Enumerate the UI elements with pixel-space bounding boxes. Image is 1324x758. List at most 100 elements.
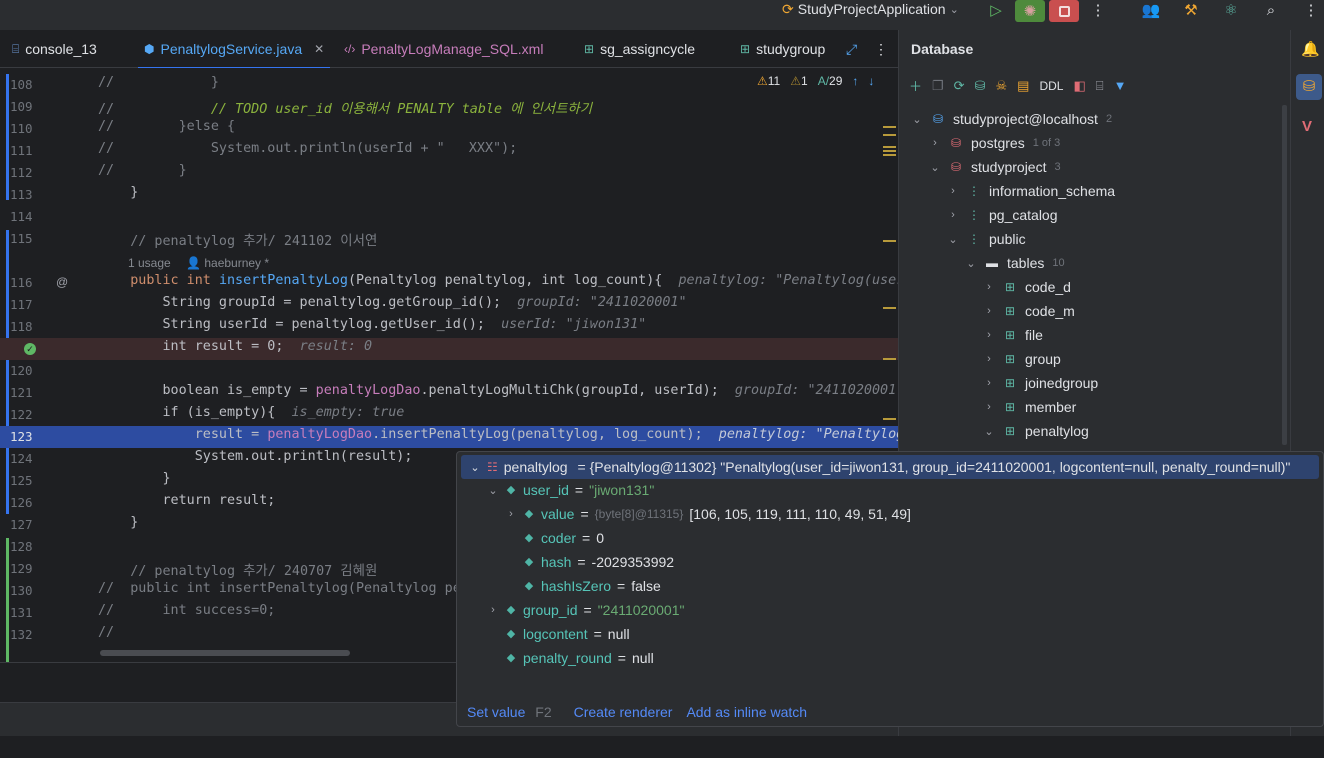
vertical-scrollbar[interactable] xyxy=(1282,105,1287,445)
notifications-icon[interactable]: 🔔 xyxy=(1301,40,1320,58)
copy-icon[interactable]: ❐ xyxy=(932,78,944,94)
set-value-link[interactable]: Set value xyxy=(467,704,525,720)
usages-link[interactable]: 1 usage xyxy=(128,256,171,270)
tree-row-coder[interactable]: ◆ coder = 0 xyxy=(523,527,604,549)
line-number: 115 xyxy=(10,231,33,246)
warning-marker[interactable] xyxy=(883,146,896,148)
tree-row-logcontent[interactable]: ◆ logcontent = null xyxy=(505,623,630,645)
close-icon[interactable]: ✕ xyxy=(314,42,324,56)
tree-node-public[interactable]: ⌄ ⋮ public xyxy=(947,227,1025,251)
expand-icon[interactable]: ⤢ xyxy=(846,30,857,68)
var-value: -2029353992 xyxy=(591,554,675,570)
code-comment: // penaltylog 추가/ 240707 김혜원 xyxy=(98,564,378,579)
tree-node-table[interactable]: › ⊞ group xyxy=(983,347,1061,371)
tree-node-table[interactable]: › ⊞ joinedgroup xyxy=(983,371,1098,395)
node-label: penaltylog xyxy=(1025,423,1089,439)
line-number: 118 xyxy=(10,319,33,334)
tree-node-datasource[interactable]: ⌄ ⛁ studyproject@localhost 2 xyxy=(911,107,1112,131)
node-label: group xyxy=(1025,351,1061,367)
code-text: // } xyxy=(98,75,219,90)
line-number: 132 xyxy=(10,627,33,642)
menu-icon[interactable]: ⋮ xyxy=(1304,0,1319,20)
code-line: 122 if (is_empty){ is_empty: true xyxy=(0,404,898,426)
more-icon[interactable]: ⋮ xyxy=(1091,0,1106,20)
code-text: } xyxy=(98,185,139,200)
search-icon[interactable]: ⌕ xyxy=(1262,0,1280,20)
vue-icon[interactable]: V xyxy=(1302,118,1312,135)
code-text: return result; xyxy=(98,493,276,508)
compare-icon[interactable]: ◧ xyxy=(1073,78,1085,94)
field-tag-icon: ◆ xyxy=(524,580,534,592)
tab-studygroup[interactable]: ⊞ studygroup xyxy=(740,30,825,68)
chevron-right-icon: › xyxy=(509,508,513,520)
line-number: 122 xyxy=(10,407,33,422)
schema-icon[interactable]: ⛁ xyxy=(975,78,986,94)
warning-marker[interactable] xyxy=(883,240,896,242)
code-text: // public int insertPenaltylog(Penaltylo… xyxy=(98,581,469,596)
add-icon[interactable]: ＋ xyxy=(909,76,922,95)
tab-label: PenaltylogService.java xyxy=(160,41,303,57)
tree-node-postgres[interactable]: › ⛁ postgres 1 of 3 xyxy=(929,131,1060,155)
table-edit-icon[interactable]: ▤ xyxy=(1017,78,1029,94)
console-icon[interactable]: ⌸ xyxy=(1096,78,1104,94)
tree-node-table[interactable]: › ⊞ code_d xyxy=(983,275,1071,299)
tree-row-hash[interactable]: ◆ hash = -2029353992 xyxy=(523,551,674,573)
warning-marker[interactable] xyxy=(883,134,896,136)
tab-penaltylogmanage-sql[interactable]: ‹/› PenaltyLogManage_SQL.xml xyxy=(344,30,543,68)
tree-row-hashiszero[interactable]: ◆ hashIsZero = false xyxy=(523,575,661,597)
horizontal-scrollbar[interactable] xyxy=(100,650,350,656)
override-at-icon[interactable]: @ xyxy=(56,275,68,289)
database-tool-icon[interactable]: ⛁ xyxy=(1296,74,1322,100)
tree-node-table[interactable]: › ⊞ file xyxy=(983,323,1043,347)
create-renderer-link[interactable]: Create renderer xyxy=(574,704,673,720)
warning-marker[interactable] xyxy=(883,358,896,360)
chevron-right-icon: › xyxy=(951,209,955,221)
warning-marker[interactable] xyxy=(883,154,896,156)
tree-node-information-schema[interactable]: › ⋮ information_schema xyxy=(947,179,1115,203)
run-icon[interactable]: ▷ xyxy=(988,0,1004,20)
tree-row-group-id[interactable]: › ◆ group_id = "2411020001" xyxy=(487,599,684,621)
line-number: 108 xyxy=(10,77,33,92)
ai-assistant-icon[interactable]: ⚛ xyxy=(1220,0,1242,20)
code-line: 108 // } xyxy=(0,74,898,96)
tabs-more-icon[interactable]: ⋮ xyxy=(874,30,888,68)
add-inline-watch-link[interactable]: Add as inline watch xyxy=(686,704,807,720)
refresh-icon[interactable]: ⟳ xyxy=(954,78,965,94)
run-configuration-selector[interactable]: ⟳ StudyProjectApplication ⌄ xyxy=(782,0,959,18)
tree-row-user-id[interactable]: ⌄ ◆ user_id = "jiwon131" xyxy=(487,479,654,501)
build-tools-icon[interactable]: ⚒ xyxy=(1181,0,1201,20)
tab-console-13[interactable]: ⌸ console_13 xyxy=(12,30,97,68)
node-label: information_schema xyxy=(989,183,1116,199)
users-icon[interactable]: 👥 xyxy=(1141,0,1161,20)
filter-icon[interactable]: ▼ xyxy=(1114,78,1127,93)
tab-sg-assigncycle[interactable]: ⊞ sg_assigncycle xyxy=(584,30,695,68)
tree-node-studyproject[interactable]: ⌄ ⛁ studyproject 3 xyxy=(929,155,1060,179)
skull-icon[interactable]: ☠ xyxy=(995,78,1007,94)
code-line: 111 // System.out.println(userId + " XXX… xyxy=(0,140,898,162)
console-icon: ⌸ xyxy=(12,41,20,56)
tree-node-table[interactable]: › ⊞ code_m xyxy=(983,299,1075,323)
tree-node-pg-catalog[interactable]: › ⋮ pg_catalog xyxy=(947,203,1057,227)
tree-node-table[interactable]: ⌄ ⊞ penaltylog xyxy=(983,419,1089,443)
warning-marker[interactable] xyxy=(883,126,896,128)
tree-node-tables[interactable]: ⌄ ▬ tables 10 xyxy=(965,251,1064,275)
line-number: 127 xyxy=(10,517,33,532)
tree-row-penaltylog[interactable]: ⌄ ☷ penaltylog = {Penaltylog@11302} "Pen… xyxy=(469,456,1290,478)
tab-penaltylogservice[interactable]: ⬢ PenaltylogService.java ✕ xyxy=(137,30,331,69)
stop-icon[interactable] xyxy=(1049,0,1079,22)
warning-marker[interactable] xyxy=(883,418,896,420)
chevron-right-icon: › xyxy=(987,401,991,413)
code-text: // System.out.println(userId + " xyxy=(98,141,445,156)
code-text: String userId = penaltylog.getUser_id(); xyxy=(98,317,485,332)
warning-marker[interactable] xyxy=(883,150,896,152)
author-label[interactable]: haeburney * xyxy=(204,256,269,270)
tree-row-penalty-round[interactable]: ◆ penalty_round = null xyxy=(505,647,654,669)
line-number: 129 xyxy=(10,561,33,576)
debug-inline-value: groupId: "2411020001" xyxy=(734,383,898,398)
tree-row-value[interactable]: › ◆ value = {byte[8]@11315} [106, 105, 119,… xyxy=(505,503,911,525)
debug-icon[interactable]: ✺ xyxy=(1015,0,1045,22)
breakpoint-check-icon[interactable]: ✓ xyxy=(24,343,36,355)
warning-marker[interactable] xyxy=(883,307,896,309)
ddl-icon[interactable]: DDL xyxy=(1039,79,1063,93)
tree-node-table[interactable]: › ⊞ member xyxy=(983,395,1076,419)
